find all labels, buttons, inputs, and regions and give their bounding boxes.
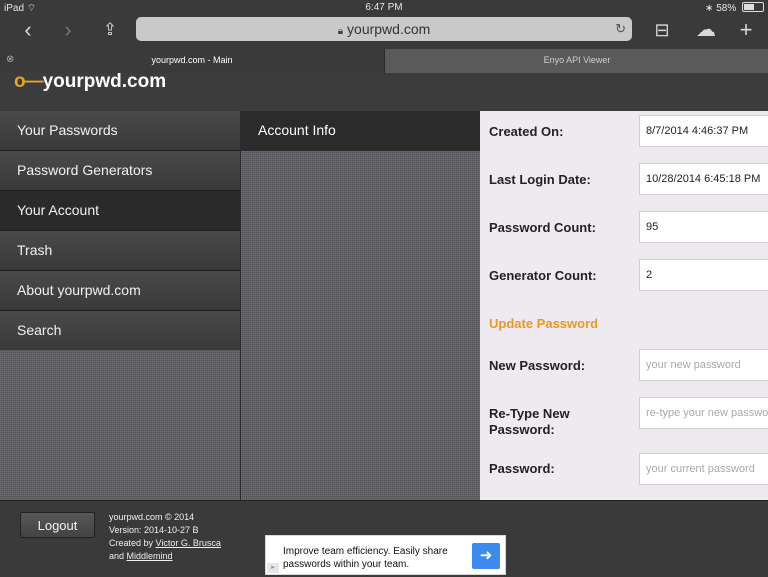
password-count-field: 95 (639, 211, 768, 243)
author-link[interactable]: Victor G. Brusca (156, 538, 221, 548)
new-password-label: New Password: (489, 358, 586, 373)
browser-chrome: iPad ⌔ 6:47 PM ∗ 58% ‹ › ⇪ ⊟ ☁ + 🔒︎ yourp… (0, 0, 768, 73)
tab-main-title: yourpwd.com - Main (151, 55, 233, 65)
generator-count-label: Generator Count: (489, 268, 597, 283)
tab-enyo[interactable]: Enyo API Viewer (384, 49, 768, 73)
account-info-item[interactable]: Account Info (241, 111, 481, 151)
created-by-line: Created by Victor G. Brusca (109, 537, 221, 550)
retype-password-field[interactable] (639, 397, 768, 429)
copyright-text: yourpwd.com © 2014 (109, 512, 195, 522)
footer-info: yourpwd.com © 2014 Version: 2014-10-27 B… (109, 511, 221, 563)
status-right: ∗ 58% (705, 2, 764, 14)
lock-icon: 🔒︎ (337, 26, 344, 37)
nav-item-about[interactable]: About yourpwd.com (0, 271, 240, 311)
created-on-field: 8/7/2014 4:46:37 PM (639, 115, 768, 147)
nav-item-password-generators[interactable]: Password Generators (0, 151, 240, 191)
status-bar: iPad ⌔ 6:47 PM ∗ 58% (0, 0, 768, 16)
forward-icon[interactable]: › (54, 16, 82, 44)
nav-item-your-account[interactable]: Your Account (0, 191, 240, 231)
company-line: and Middlemind (109, 550, 221, 563)
close-tab-icon[interactable]: ⊗ (6, 49, 14, 71)
version-text: Version: 2014-10-27 B (109, 525, 199, 535)
created-by-prefix: Created by (109, 538, 156, 548)
retype-password-input[interactable] (646, 398, 768, 428)
company-link[interactable]: Middlemind (127, 551, 173, 561)
current-password-label: Password: (489, 461, 555, 476)
account-panel: Created On: 8/7/2014 4:46:37 PM Last Log… (480, 111, 768, 500)
ad-arrow-icon[interactable]: ➜ (472, 543, 500, 569)
reload-icon[interactable]: ↻ (615, 17, 626, 41)
back-icon[interactable]: ‹ (14, 16, 42, 44)
middle-background (241, 151, 481, 500)
cloud-tabs-icon[interactable]: ☁ (690, 16, 722, 44)
tab-enyo-title: Enyo API Viewer (543, 55, 611, 65)
logo: o—yourpwd.com (14, 71, 166, 93)
logo-text: yourpwd.com (42, 71, 167, 92)
ad-banner[interactable]: Improve team efficiency. Easily share pa… (265, 535, 506, 575)
nav-item-search[interactable]: Search (0, 311, 240, 351)
share-icon[interactable]: ⇪ (96, 16, 124, 44)
tab-bar: ⊗ yourpwd.com - Main Enyo API Viewer (0, 49, 768, 73)
bookmarks-icon[interactable]: ⊟ (648, 16, 676, 44)
current-password-field[interactable] (639, 453, 768, 485)
battery-percent: 58% (716, 3, 737, 14)
app-header: o—yourpwd.com (0, 71, 768, 112)
sidebar-nav: Your Passwords Password Generators Your … (0, 111, 240, 351)
last-login-label: Last Login Date: (489, 172, 591, 187)
created-on-label: Created On: (489, 124, 564, 139)
ad-choices-icon[interactable]: ▸ (267, 563, 279, 573)
retype-password-label: Re-Type New Password: (489, 406, 570, 437)
nav-item-trash[interactable]: Trash (0, 231, 240, 271)
status-time: 6:47 PM (365, 2, 403, 13)
url-text: yourpwd.com (347, 21, 431, 37)
and-prefix: and (109, 551, 127, 561)
update-password-link[interactable]: Update Password (489, 316, 598, 331)
battery-icon (742, 2, 764, 12)
new-password-input[interactable] (646, 350, 768, 380)
new-password-field[interactable] (639, 349, 768, 381)
key-icon: o— (14, 71, 44, 92)
password-count-label: Password Count: (489, 220, 596, 235)
generator-count-field: 2 (639, 259, 768, 291)
bluetooth-icon: ∗ (705, 3, 714, 14)
nav-item-your-passwords[interactable]: Your Passwords (0, 111, 240, 151)
middle-column: Account Info (240, 111, 481, 500)
last-login-field: 10/28/2014 6:45:18 PM (639, 163, 768, 195)
footer: Logout yourpwd.com © 2014 Version: 2014-… (0, 500, 768, 577)
current-password-input[interactable] (646, 454, 768, 484)
address-bar[interactable]: 🔒︎ yourpwd.com ↻ (136, 17, 632, 41)
sidebar-background (0, 350, 240, 500)
tab-main[interactable]: ⊗ yourpwd.com - Main (0, 49, 384, 73)
logout-button[interactable]: Logout (20, 512, 95, 538)
ad-text: Improve team efficiency. Easily share pa… (283, 546, 448, 570)
new-tab-icon[interactable]: + (732, 16, 760, 44)
